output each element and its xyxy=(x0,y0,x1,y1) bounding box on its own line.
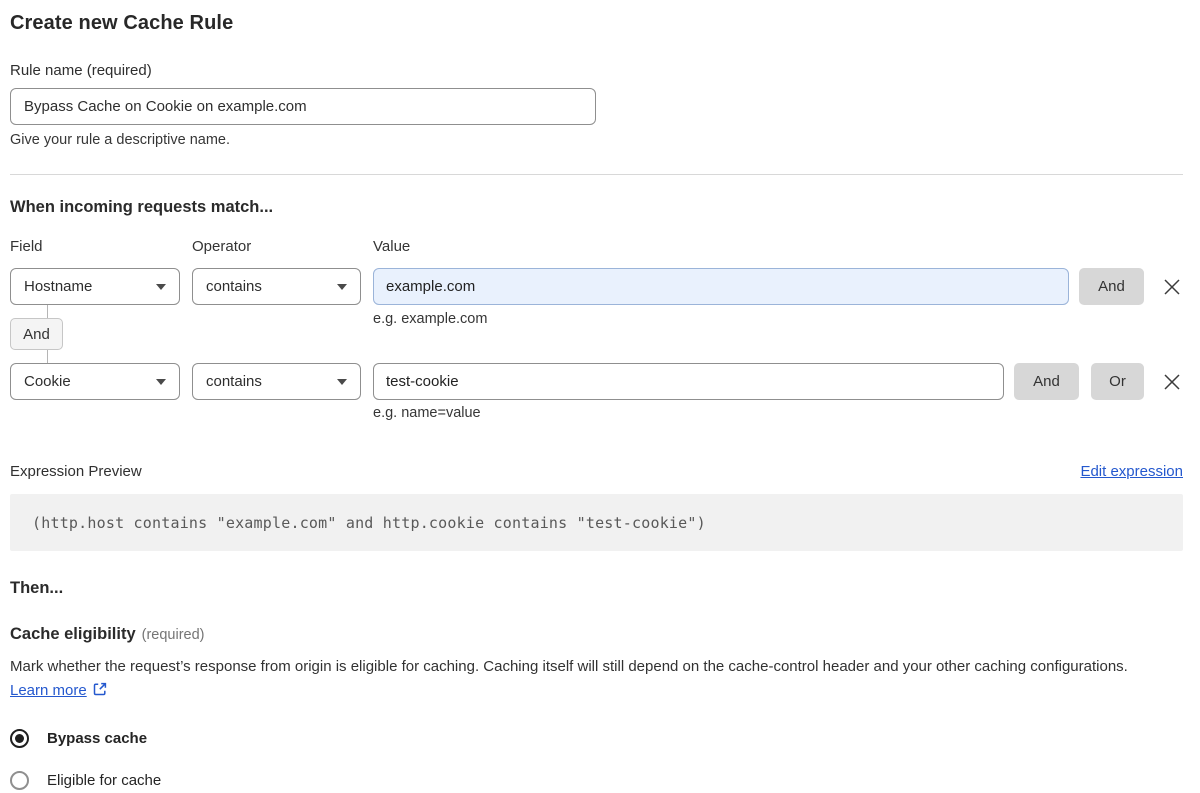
builder-column-headers: Field Operator Value xyxy=(10,238,1183,255)
field-select-value: Cookie xyxy=(24,373,71,390)
radio-unselected-icon[interactable] xyxy=(10,771,29,790)
connector: And xyxy=(10,305,373,363)
and-button[interactable]: And xyxy=(1014,363,1079,400)
cache-eligibility-description: Mark whether the request’s response from… xyxy=(10,655,1170,705)
expression-code: (http.host contains "example.com" and ht… xyxy=(32,513,706,532)
rule-name-helper: Give your rule a descriptive name. xyxy=(10,132,231,148)
section-divider xyxy=(10,174,1183,175)
bypass-cache-label: Bypass cache xyxy=(47,730,148,747)
caret-down-icon xyxy=(156,379,166,385)
rule-name-label: Rule name (required) xyxy=(10,62,152,79)
x-icon xyxy=(1164,374,1180,390)
operator-select-value: contains xyxy=(206,278,262,295)
or-button[interactable]: Or xyxy=(1091,363,1144,400)
connector-line xyxy=(47,350,48,363)
field-select-value: Hostname xyxy=(24,278,93,295)
operator-column-label: Operator xyxy=(192,238,252,255)
required-note: (required) xyxy=(141,627,205,643)
caret-down-icon xyxy=(156,284,166,290)
value-input[interactable] xyxy=(373,268,1069,305)
page-title: Create new Cache Rule xyxy=(10,12,234,34)
remove-row-button[interactable] xyxy=(1161,371,1183,393)
field-select[interactable]: Hostname xyxy=(10,268,180,305)
then-heading: Then... xyxy=(10,579,64,597)
external-link-icon xyxy=(92,681,108,705)
remove-row-button[interactable] xyxy=(1161,276,1183,298)
match-section-heading: When incoming requests match... xyxy=(10,198,274,216)
cache-eligibility-title: Cache eligibility xyxy=(10,625,136,643)
expression-preview-header: Expression Preview Edit expression xyxy=(10,463,1183,480)
operator-select-value: contains xyxy=(206,373,262,390)
caret-down-icon xyxy=(337,379,347,385)
value-hint: e.g. example.com xyxy=(373,311,488,327)
expression-code-block: (http.host contains "example.com" and ht… xyxy=(10,494,1183,551)
cache-eligibility-heading: Cache eligibility (required) xyxy=(10,625,1183,644)
bypass-cache-option[interactable]: Bypass cache xyxy=(10,729,1183,748)
value-input[interactable] xyxy=(373,363,1004,400)
connector-and-button[interactable]: And xyxy=(10,318,63,350)
operator-select[interactable]: contains xyxy=(192,363,361,400)
value-hint: e.g. name=value xyxy=(373,405,481,421)
condition-row: Hostname contains And xyxy=(10,268,1183,305)
connector-and-hint-row: And e.g. example.com xyxy=(10,305,1183,363)
expression-preview-label: Expression Preview xyxy=(10,463,142,480)
x-icon xyxy=(1164,279,1180,295)
eligible-for-cache-option[interactable]: Eligible for cache xyxy=(10,771,1183,790)
create-cache-rule-form: Create new Cache Rule Rule name (require… xyxy=(0,0,1200,790)
radio-selected-icon[interactable] xyxy=(10,729,29,748)
operator-select[interactable]: contains xyxy=(192,268,361,305)
and-button[interactable]: And xyxy=(1079,268,1144,305)
field-column-label: Field xyxy=(10,238,43,255)
learn-more-link[interactable]: Learn more xyxy=(10,682,87,699)
condition-row: Cookie contains And Or xyxy=(10,363,1183,400)
edit-expression-link[interactable]: Edit expression xyxy=(1080,463,1183,480)
hint-row: e.g. name=value xyxy=(10,400,1183,421)
rule-name-input[interactable] xyxy=(10,88,596,125)
caret-down-icon xyxy=(337,284,347,290)
field-select[interactable]: Cookie xyxy=(10,363,180,400)
description-text: Mark whether the request’s response from… xyxy=(10,658,1128,675)
connector-line xyxy=(47,305,48,318)
eligible-for-cache-label: Eligible for cache xyxy=(47,772,162,789)
value-column-label: Value xyxy=(373,238,411,255)
